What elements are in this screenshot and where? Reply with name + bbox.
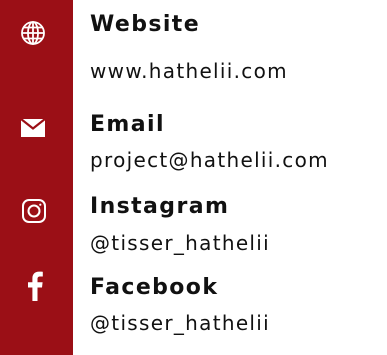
facebook-icon	[27, 271, 43, 301]
instagram-icon	[21, 198, 47, 224]
email-link[interactable]: project@hathelii.com	[90, 150, 329, 170]
sidebar-accent-bar	[0, 0, 73, 355]
instagram-handle-link[interactable]: @tisser_hathelii	[90, 233, 270, 253]
email-label: Email	[90, 112, 165, 137]
instagram-label: Instagram	[90, 194, 230, 219]
globe-icon	[20, 20, 46, 46]
facebook-label: Facebook	[90, 275, 219, 300]
facebook-handle-link[interactable]: @tisser_hathelii	[90, 313, 270, 333]
website-link[interactable]: www.hathelii.com	[90, 61, 288, 81]
website-label: Website	[90, 12, 201, 37]
envelope-icon	[21, 119, 45, 137]
